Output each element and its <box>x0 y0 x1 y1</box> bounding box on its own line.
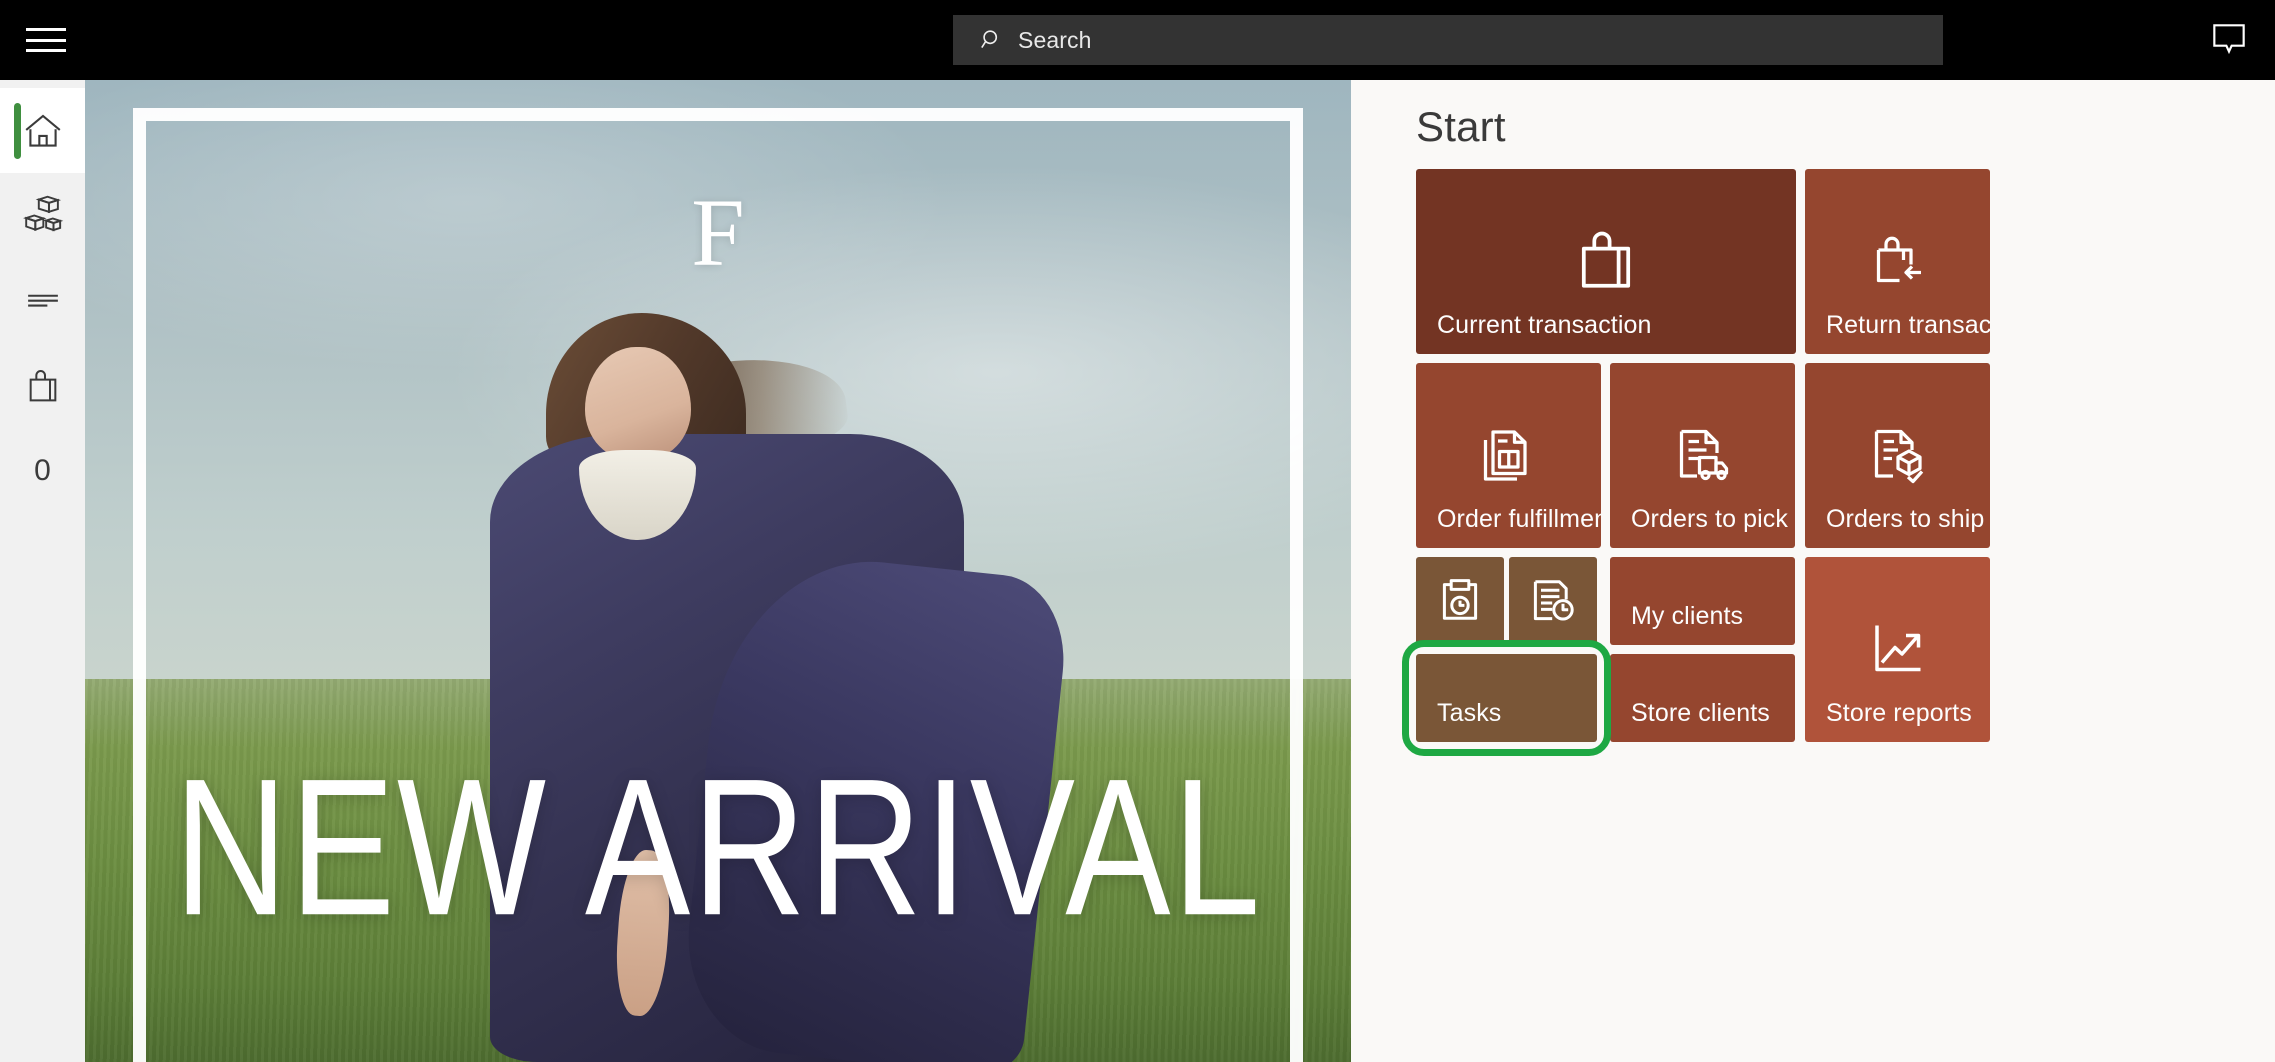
tile-tasks[interactable]: Tasks <box>1416 654 1597 742</box>
speech-bubble-icon[interactable] <box>2209 20 2249 60</box>
tile-current-transaction[interactable]: Current transaction <box>1416 169 1796 354</box>
hamburger-bar <box>26 49 66 52</box>
tile-my-clients[interactable]: My clients <box>1610 557 1795 645</box>
document-truck-icon <box>1679 429 1728 481</box>
tile-label-orders-to-ship: Orders to ship <box>1826 505 1985 533</box>
search-placeholder: Search <box>1018 26 1092 53</box>
tile-icon-wrap <box>1610 425 1795 485</box>
tile-label-store-clients: Store clients <box>1631 699 1770 727</box>
tile-label-orders-to-pick-up: Orders to pick up <box>1631 505 1795 533</box>
hero-headline: NEW ARRIVAL <box>173 737 1263 956</box>
list-lines-icon <box>27 294 58 307</box>
tile-icon-wrap <box>1416 577 1504 625</box>
tile-icon-wrap <box>1805 231 1990 291</box>
tile-label-my-clients: My clients <box>1631 602 1744 630</box>
boxes-icon <box>22 195 63 231</box>
tile-label-tasks: Tasks <box>1437 699 1502 727</box>
tile-orders-to-pick-up[interactable]: Orders to pick up <box>1610 363 1795 548</box>
tile-label-return-transaction: Return transaction <box>1826 311 1990 339</box>
hamburger-menu-icon[interactable] <box>24 24 68 56</box>
tile-timeclock[interactable] <box>1416 557 1504 645</box>
home-icon <box>25 114 60 147</box>
tile-order-fulfillment[interactable]: Order fulfillment <box>1416 363 1601 548</box>
tile-label-current-transaction: Current transaction <box>1437 311 1652 339</box>
hamburger-bar <box>26 28 66 31</box>
tile-shifts[interactable] <box>1509 557 1597 645</box>
document-box-icon <box>1483 430 1527 481</box>
tile-icon-wrap <box>1416 224 1796 296</box>
sidebar-item-count[interactable]: 0 <box>0 428 85 513</box>
tile-icon-wrap <box>1416 425 1601 485</box>
page-title: Start <box>1416 103 1506 150</box>
shopping-bag-icon <box>1581 231 1631 288</box>
clipboard-clock-icon <box>1442 579 1478 620</box>
sidebar-item-products[interactable] <box>0 173 85 258</box>
sidebar-item-bag[interactable] <box>0 343 85 428</box>
top-app-bar: Search <box>0 0 2275 80</box>
chart-trend-icon <box>1874 625 1920 672</box>
shopping-bag-icon <box>29 369 56 401</box>
search-icon <box>981 30 998 49</box>
tile-return-transaction[interactable]: Return transaction <box>1805 169 1990 354</box>
tile-store-reports[interactable]: Store reports <box>1805 557 1990 742</box>
hero-brand-logo: F <box>691 179 745 286</box>
start-panel: Start Current transaction Return transact… <box>1351 80 2275 1062</box>
left-navigation-sidebar: 0 <box>0 80 85 1062</box>
sidebar-top-spacer <box>0 80 85 88</box>
sidebar-item-lines[interactable] <box>0 258 85 343</box>
tile-icon-wrap <box>1805 425 1990 485</box>
document-package-check-icon <box>1874 429 1923 484</box>
search-input[interactable]: Search <box>953 15 1943 65</box>
tile-icon-wrap <box>1509 577 1597 625</box>
tile-icon-wrap <box>1805 619 1990 679</box>
list-clock-icon <box>1533 580 1574 621</box>
model-head <box>584 347 691 461</box>
tile-label-store-reports: Store reports <box>1826 699 1972 727</box>
tile-store-clients[interactable]: Store clients <box>1610 654 1795 742</box>
bag-return-icon <box>1876 236 1921 283</box>
tile-label-order-fulfillment: Order fulfillment <box>1437 505 1601 533</box>
sidebar-item-home[interactable] <box>0 88 85 173</box>
hamburger-bar <box>26 38 66 42</box>
pos-home-screen: Search 0 F NEW ARRIVAL Start Current tra… <box>0 0 2275 1062</box>
hero-banner-image[interactable]: F NEW ARRIVAL <box>85 80 1351 1062</box>
tile-orders-to-ship[interactable]: Orders to ship <box>1805 363 1990 548</box>
